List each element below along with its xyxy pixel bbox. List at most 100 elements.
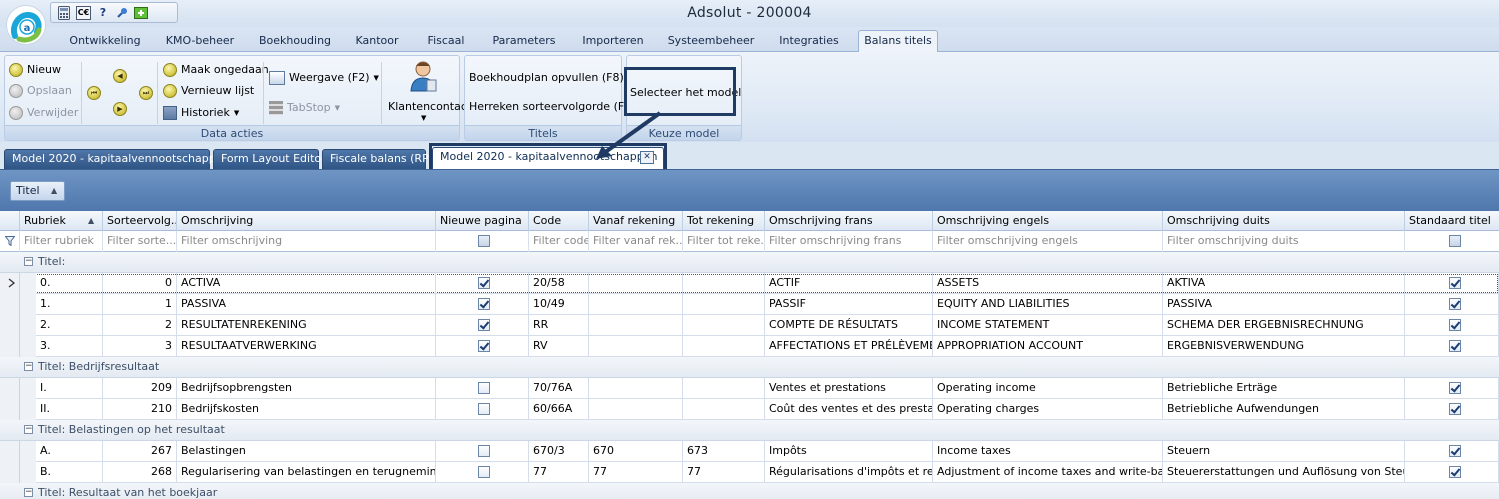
cell-engels[interactable]: Operating income: [933, 378, 1163, 399]
group-chip-titel[interactable]: Titel ▲: [10, 181, 65, 201]
cell-sort[interactable]: 0: [103, 273, 177, 294]
cell-rubriek[interactable]: 2.: [36, 315, 103, 336]
checkbox[interactable]: [478, 277, 490, 289]
cell-engels[interactable]: EQUITY AND LIABILITIES: [933, 294, 1163, 315]
cell-standaard[interactable]: [1405, 273, 1499, 294]
checkbox[interactable]: [1449, 298, 1461, 310]
collapse-icon[interactable]: −: [24, 257, 33, 266]
cell-tot[interactable]: 77: [683, 462, 765, 483]
cell-tot[interactable]: [683, 336, 765, 357]
cell-sort[interactable]: 1: [103, 294, 177, 315]
cell-rubriek[interactable]: 0.: [36, 273, 103, 294]
column-header-standaard-titel[interactable]: Standaard titel: [1405, 211, 1499, 231]
table-row[interactable]: B. 268 Regularisering van belastingen en t…: [0, 462, 1499, 483]
table-row[interactable]: I. 209 Bedrijfsopbrengsten 70/76A Ventes et …: [0, 378, 1499, 399]
cell-omschrijving[interactable]: Belastingen: [177, 441, 436, 462]
column-header-code[interactable]: Code: [529, 211, 589, 231]
row-indicator[interactable]: [0, 294, 20, 315]
boekhoudplan-opvullen-button[interactable]: Boekhoudplan opvullen (F8): [469, 69, 624, 87]
row-indicator[interactable]: [0, 441, 20, 462]
filter-code-input[interactable]: Filter code: [529, 231, 589, 252]
cell-tot[interactable]: [683, 294, 765, 315]
cell-tot[interactable]: [683, 273, 765, 294]
checkbox[interactable]: [478, 403, 490, 415]
checkbox[interactable]: [1449, 403, 1461, 415]
cell-duits[interactable]: SCHEMA DER ERGEBNISRECHNUNG: [1163, 315, 1405, 336]
cell-tot[interactable]: 673: [683, 441, 765, 462]
checkbox[interactable]: [1449, 382, 1461, 394]
filter-omschrijving-input[interactable]: Filter omschrijving: [177, 231, 436, 252]
cell-omschrijving[interactable]: Bedrijfsopbrengsten: [177, 378, 436, 399]
cell-vanaf[interactable]: 77: [589, 462, 683, 483]
cell-vanaf[interactable]: [589, 378, 683, 399]
group-row[interactable]: − Titel:: [0, 252, 1499, 273]
checkbox[interactable]: [478, 466, 490, 478]
row-indicator[interactable]: [0, 315, 20, 336]
tab-ontwikkeling[interactable]: Ontwikkeling: [62, 31, 148, 52]
cell-tot[interactable]: [683, 315, 765, 336]
table-row[interactable]: 2. 2 RESULTATENREKENING RR COMPTE DE RÉSULTA…: [0, 315, 1499, 336]
cell-code[interactable]: 20/58: [529, 273, 589, 294]
doctab-fiscale-balans[interactable]: Fiscale balans (RP): [322, 149, 433, 169]
cell-code[interactable]: RR: [529, 315, 589, 336]
table-row[interactable]: 1. 1 PASSIVA 10/49 PASSIF EQUITY AND LIABILIT…: [0, 294, 1499, 315]
cell-code[interactable]: 60/66A: [529, 399, 589, 420]
cell-omschrijving[interactable]: RESULTAATVERWERKING: [177, 336, 436, 357]
filter-omschrijving-duits-input[interactable]: Filter omschrijving duits: [1163, 231, 1405, 252]
table-row[interactable]: II. 210 Bedrijfskosten 60/66A Coût des vente…: [0, 399, 1499, 420]
checkbox[interactable]: [478, 382, 490, 394]
cell-nieuwe-pagina[interactable]: [436, 273, 529, 294]
row-indicator[interactable]: [0, 399, 20, 420]
cell-engels[interactable]: Adjustment of income taxes and write-bac…: [933, 462, 1163, 483]
cell-vanaf[interactable]: 670: [589, 441, 683, 462]
filter-omschrijving-frans-input[interactable]: Filter omschrijving frans: [765, 231, 933, 252]
checkbox[interactable]: [478, 298, 490, 310]
cell-duits[interactable]: Betriebliche Erträge: [1163, 378, 1405, 399]
verwijder-button[interactable]: Verwijder: [9, 104, 78, 122]
cell-sort[interactable]: 267: [103, 441, 177, 462]
cell-vanaf[interactable]: [589, 336, 683, 357]
cell-frans[interactable]: AFFECTATIONS ET PRÉLÈVEME...: [765, 336, 933, 357]
column-header-vanaf-rekening[interactable]: Vanaf rekening: [589, 211, 683, 231]
tab-systeembeheer[interactable]: Systeembeheer: [662, 31, 760, 52]
cell-vanaf[interactable]: [589, 315, 683, 336]
tab-fiscaal[interactable]: Fiscaal: [416, 31, 476, 52]
row-indicator[interactable]: [0, 378, 20, 399]
tab-boekhouding[interactable]: Boekhouding: [252, 31, 338, 52]
cell-nieuwe-pagina[interactable]: [436, 378, 529, 399]
app-logo[interactable]: a: [6, 5, 46, 45]
cell-engels[interactable]: ASSETS: [933, 273, 1163, 294]
cell-standaard[interactable]: [1405, 399, 1499, 420]
cell-tot[interactable]: [683, 399, 765, 420]
cell-frans[interactable]: PASSIF: [765, 294, 933, 315]
filter-rubriek-input[interactable]: Filter rubriek: [20, 231, 103, 252]
cell-nieuwe-pagina[interactable]: [436, 315, 529, 336]
cell-nieuwe-pagina[interactable]: [436, 294, 529, 315]
cell-engels[interactable]: INCOME STATEMENT: [933, 315, 1163, 336]
cell-frans[interactable]: COMPTE DE RÉSULTATS: [765, 315, 933, 336]
collapse-icon[interactable]: −: [24, 362, 33, 371]
cell-nieuwe-pagina[interactable]: [436, 399, 529, 420]
checkbox[interactable]: [478, 445, 490, 457]
cell-sort[interactable]: 210: [103, 399, 177, 420]
nav-next-icon[interactable]: ▶: [113, 102, 127, 116]
nav-first-icon[interactable]: ⏮: [87, 86, 101, 100]
cell-sort[interactable]: 268: [103, 462, 177, 483]
table-row[interactable]: 3. 3 RESULTAATVERWERKING RV AFFECTATIONS ET …: [0, 336, 1499, 357]
cell-rubriek[interactable]: 3.: [36, 336, 103, 357]
cell-rubriek[interactable]: II.: [36, 399, 103, 420]
cell-omschrijving[interactable]: Bedrijfskosten: [177, 399, 436, 420]
weergave-button[interactable]: Weergave (F2) ▼: [269, 69, 379, 87]
cell-frans[interactable]: Coût des ventes et des prestat...: [765, 399, 933, 420]
cell-frans[interactable]: Régularisations d'impôts et rep...: [765, 462, 933, 483]
cell-duits[interactable]: Steuern: [1163, 441, 1405, 462]
filter-tot-rekening-input[interactable]: Filter tot reke...: [683, 231, 765, 252]
doctab-model-2020[interactable]: Model 2020 - kapitaalvennootschappen: [4, 149, 229, 169]
collapse-icon[interactable]: −: [24, 488, 33, 497]
column-header-sorteervolgorde[interactable]: Sorteervolg...: [103, 211, 177, 231]
group-row[interactable]: − Titel: Resultaat van het boekjaar: [0, 483, 1499, 499]
cell-duits[interactable]: ERGEBNISVERWENDUNG: [1163, 336, 1405, 357]
tab-kantoor[interactable]: Kantoor: [346, 31, 408, 52]
cell-frans[interactable]: Impôts: [765, 441, 933, 462]
cell-sort[interactable]: 209: [103, 378, 177, 399]
